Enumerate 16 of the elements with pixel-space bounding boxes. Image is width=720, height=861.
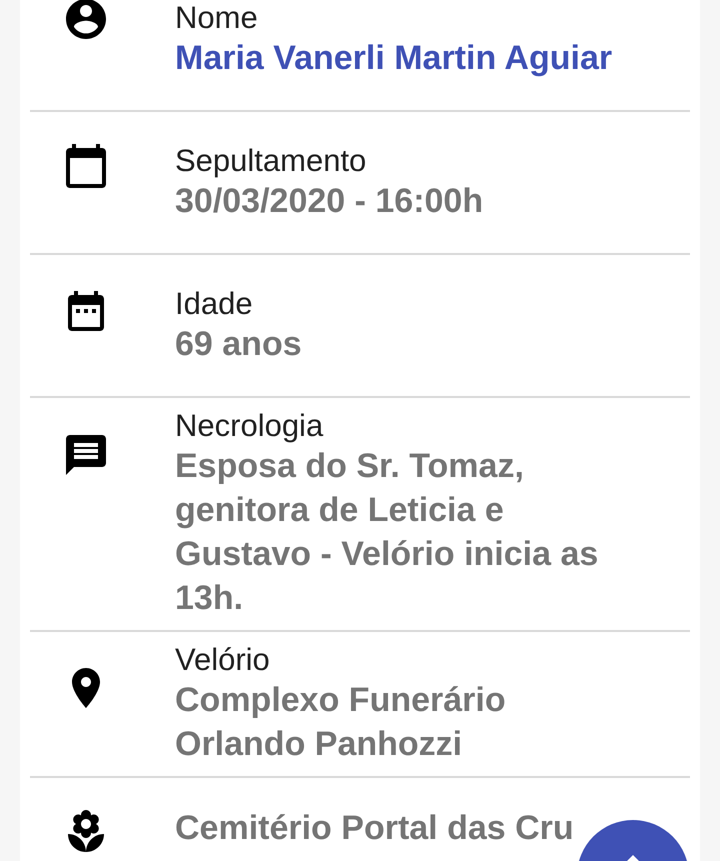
field-value: 69 anos [175,324,302,364]
field-label: Velório [175,642,270,678]
field-value: Complexo Funerário Orlando Panhozzi [175,680,507,765]
message-icon [66,435,106,475]
field-value: Cemitério Portal das Cru [175,808,574,849]
field-label: Nome [175,0,258,36]
calendar-icon [68,291,104,331]
flower-icon [68,810,104,852]
calendar-icon [66,144,106,188]
field-value: Esposa do Sr. Tomaz, genitora de Leticia e Gustavo - Velório inicia as 13h. [175,446,600,619]
field-value: 30/03/2020 - 16:00h [175,180,484,222]
field-label: Necrologia [175,408,324,444]
field-label: Sepultamento [175,142,366,178]
field-label: Idade [175,286,253,322]
location-pin-icon [72,668,100,708]
name-value: Maria Vanerli Martin Aguiar [175,38,612,78]
